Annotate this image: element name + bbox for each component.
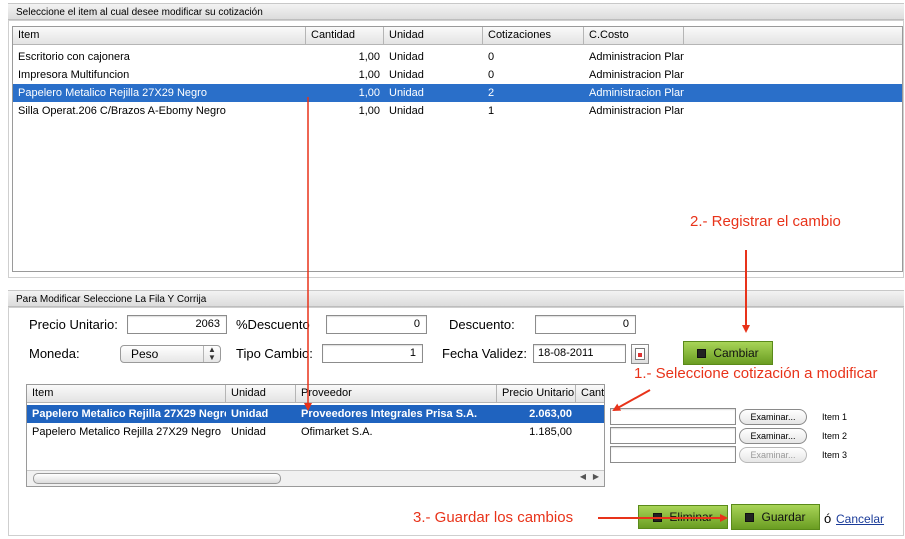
cell-ccosto: Administracion Plant [589,87,684,99]
cell-precio: 2.063,00 [529,408,572,420]
attachment-1-label: Item 1 [822,412,848,422]
cell-cantidad: 1,00 [358,51,380,63]
moneda-select-value: Peso [131,347,159,361]
tipo-cambio-input[interactable]: 1 [322,344,423,363]
save-icon [745,513,755,522]
guardar-button-label: Guardar [761,510,806,524]
attachment-3-input[interactable] [610,446,736,463]
fecha-validez-input[interactable]: 18-08-2011 [533,344,626,363]
cell-cotizaciones: 0 [488,51,495,63]
descuento-input[interactable]: 0 [535,315,636,334]
cell-item: Escritorio con cajonera [18,51,130,63]
col-item[interactable]: Item [13,27,306,44]
cell-proveedor: Proveedores Integrales Prisa S.A. [301,408,478,420]
cell-unidad: Unidad [389,87,424,99]
descuento-label: Descuento: [449,317,515,332]
cell-unidad: Unidad [389,105,424,117]
edit-panel-title-text: Para Modificar Seleccione La Fila Y Corr… [16,294,207,305]
items-grid[interactable]: Item Cantidad Unidad Cotizaciones C.Cost… [12,26,903,272]
annotation-step2: 2.- Registrar el cambio [690,213,841,230]
col-proveedor[interactable]: Proveedor [296,385,497,402]
cambiar-button-label: Cambiar [713,346,759,360]
cell-unidad: Unidad [231,426,266,438]
or-text: ó [824,511,832,526]
fecha-validez-label: Fecha Validez: [442,346,528,361]
moneda-label: Moneda: [29,346,80,361]
cell-ccosto: Administracion Plant [589,69,684,81]
cell-unidad: Unidad [389,69,424,81]
col-precio-unitario[interactable]: Precio Unitario [497,385,576,402]
attachment-3-label: Item 3 [822,450,848,460]
cell-cantidad: 1,00 [358,87,380,99]
items-row-selected[interactable]: Papelero Metalico Rejilla 27X29 Negro 1,… [13,84,902,102]
attachment-2-input[interactable] [610,427,736,444]
quotes-row-selected[interactable]: Papelero Metalico Rejilla 27X29 Negro Un… [27,405,604,423]
cell-ccosto: Administracion Plant [589,51,684,63]
descuento-pct-label: %Descuento [236,317,310,332]
precio-unitario-input[interactable]: 2063 [127,315,227,334]
precio-unitario-label: Precio Unitario: [29,317,118,332]
quotes-row[interactable]: Papelero Metalico Rejilla 27X29 Negro Un… [27,423,604,441]
cell-item: Papelero Metalico Rejilla 27X29 Negro [18,87,207,99]
horizontal-scrollbar[interactable]: ◀ ▶ [27,470,604,486]
cell-cantidad: 1,00 [358,69,380,81]
scrollbar-thumb[interactable] [33,473,281,484]
scroll-left-icon[interactable]: ◀ [580,472,586,481]
cambiar-button[interactable]: Cambiar [683,341,773,365]
col-cantidad[interactable]: Cantidad [306,27,384,44]
save-icon [697,349,707,358]
cell-ccosto: Administracion Plant [589,105,684,117]
quotes-grid[interactable]: Item Unidad Proveedor Precio Unitario Ca… [26,384,605,487]
tipo-cambio-label: Tipo Cambio: [236,346,313,361]
scroll-right-icon[interactable]: ▶ [593,472,599,481]
cell-item: Papelero Metalico Rejilla 27X29 Negro [32,408,226,420]
eliminar-button-label: Eliminar [669,510,713,524]
attachment-2-label: Item 2 [822,431,848,441]
col-unidad[interactable]: Unidad [226,385,296,402]
items-grid-header: Item Cantidad Unidad Cotizaciones C.Cost… [13,27,902,45]
quotes-grid-header: Item Unidad Proveedor Precio Unitario Ca… [27,385,604,403]
moneda-select[interactable]: Peso ▲ ▼ [120,345,221,363]
cell-cotizaciones: 0 [488,69,495,81]
items-row[interactable]: Silla Operat.206 C/Brazos A-Ebomy Negro … [13,102,902,120]
col-item[interactable]: Item [27,385,226,402]
cell-item: Impresora Multifuncion [18,69,130,81]
cell-unidad: Unidad [231,408,269,420]
cell-cantidad: 1,00 [358,105,380,117]
cell-item: Papelero Metalico Rejilla 27X29 Negro [32,426,221,438]
annotation-step1: 1.- Seleccione cotización a modificar [634,365,878,382]
trash-icon [653,513,663,522]
items-row[interactable]: Impresora Multifuncion 1,00 Unidad 0 Adm… [13,66,902,84]
items-panel-title: Seleccione el item al cual desee modific… [8,3,904,20]
descuento-pct-input[interactable]: 0 [326,315,427,334]
eliminar-button[interactable]: Eliminar [638,505,728,529]
guardar-button[interactable]: Guardar [731,504,820,530]
updown-arrows-icon: ▲ ▼ [203,346,220,362]
cell-cotizaciones: 2 [488,87,495,99]
col-ccosto[interactable]: C.Costo [584,27,684,44]
cell-precio: 1.185,00 [529,426,572,438]
col-cotizaciones[interactable]: Cotizaciones [483,27,584,44]
edit-panel-title: Para Modificar Seleccione La Fila Y Corr… [8,290,904,307]
examinar-3-button: Examinar... [739,447,807,463]
calendar-icon[interactable] [631,344,649,364]
examinar-2-button[interactable]: Examinar... [739,428,807,444]
col-cant[interactable]: Cant [576,385,604,402]
annotation-step3: 3.- Guardar los cambios [413,509,574,526]
cell-item: Silla Operat.206 C/Brazos A-Ebomy Negro [18,105,226,117]
col-unidad[interactable]: Unidad [384,27,483,44]
items-panel-title-text: Seleccione el item al cual desee modific… [16,7,263,18]
cell-unidad: Unidad [389,51,424,63]
items-row[interactable]: Escritorio con cajonera 1,00 Unidad 0 Ad… [13,48,902,66]
cancelar-link[interactable]: Cancelar [836,511,884,527]
attachment-1-input[interactable] [610,408,736,425]
examinar-1-button[interactable]: Examinar... [739,409,807,425]
cell-cotizaciones: 1 [488,105,495,117]
cell-proveedor: Ofimarket S.A. [301,426,373,438]
